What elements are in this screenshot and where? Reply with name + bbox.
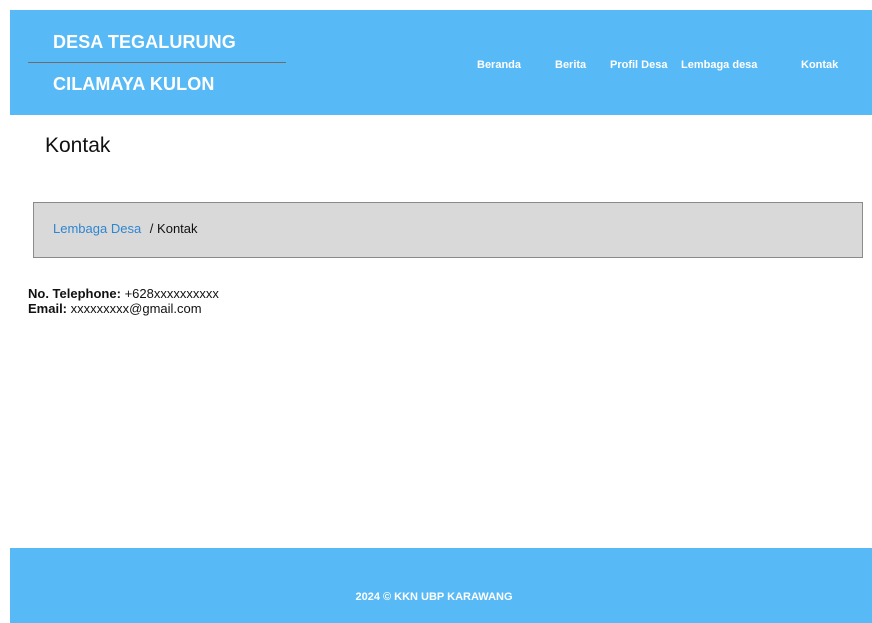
site-header: DESA TEGALURUNG CILAMAYA KULON Beranda B… [10, 10, 872, 115]
nav-item-lembaga-desa[interactable]: Lembaga desa [681, 59, 757, 71]
site-footer: 2024 © KKN UBP KARAWANG [10, 548, 872, 623]
page: DESA TEGALURUNG CILAMAYA KULON Beranda B… [10, 10, 872, 623]
breadcrumb-link-lembaga-desa[interactable]: Lembaga Desa [53, 221, 141, 236]
nav-item-kontak[interactable]: Kontak [801, 59, 838, 71]
breadcrumb: Lembaga Desa / Kontak [33, 202, 863, 258]
breadcrumb-separator: / [149, 221, 154, 236]
phone-value: +628xxxxxxxxxx [124, 286, 219, 301]
email-value: xxxxxxxxx@gmail.com [70, 301, 202, 316]
page-title: Kontak [45, 134, 111, 157]
contact-phone-row: No. Telephone: +628xxxxxxxxxx [28, 286, 219, 301]
brand-title-line2: CILAMAYA KULON [53, 74, 215, 94]
contact-email-row: Email: xxxxxxxxx@gmail.com [28, 301, 219, 316]
brand-title-line1: DESA TEGALURUNG [53, 32, 236, 52]
email-label: Email: [28, 301, 68, 316]
phone-label: No. Telephone: [28, 286, 121, 301]
footer-copyright: 2024 © KKN UBP KARAWANG [355, 591, 513, 603]
nav-item-profil-desa[interactable]: Profil Desa [610, 59, 667, 71]
nav-item-beranda[interactable]: Beranda [477, 59, 521, 71]
breadcrumb-trail: Lembaga Desa / Kontak [53, 221, 198, 236]
breadcrumb-current: Kontak [157, 221, 198, 236]
main-nav: Beranda Berita Profil Desa Lembaga desa … [10, 59, 872, 77]
contact-info: No. Telephone: +628xxxxxxxxxx Email: xxx… [28, 286, 219, 316]
nav-item-berita[interactable]: Berita [555, 59, 586, 71]
